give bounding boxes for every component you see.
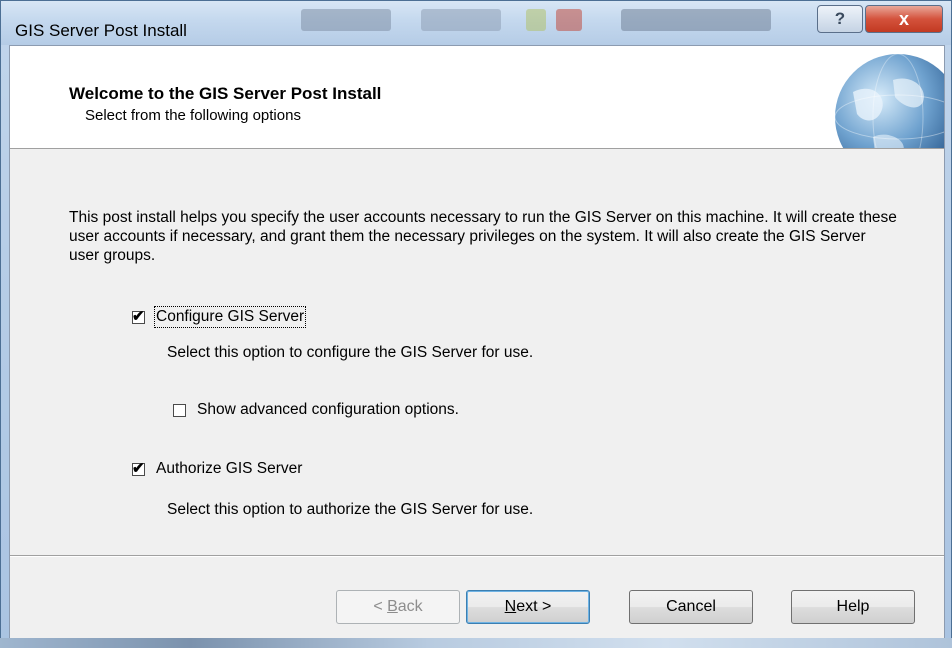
configure-gis-server-option[interactable]: ✔ Configure GIS Server — [132, 306, 307, 328]
back-rest: ack — [397, 598, 423, 615]
dialog-client-area: Welcome to the GIS Server Post Install S… — [9, 45, 945, 639]
check-icon: ✔ — [132, 307, 145, 325]
back-prefix: < — [373, 598, 388, 615]
footer-separator — [10, 555, 944, 557]
header-title: Welcome to the GIS Server Post Install — [69, 84, 382, 103]
cancel-label: Cancel — [666, 598, 716, 615]
close-icon: x — [898, 8, 909, 29]
background-blur — [421, 9, 501, 31]
configure-gis-server-checkbox[interactable]: ✔ — [132, 308, 145, 325]
background-blur — [301, 9, 391, 31]
advanced-options-checkbox[interactable] — [173, 403, 186, 417]
back-button[interactable]: < Back — [336, 590, 460, 624]
configure-description: Select this option to configure the GIS … — [167, 344, 534, 361]
intro-text: This post install helps you specify the … — [69, 209, 897, 264]
header-subtitle: Select from the following options — [85, 107, 301, 124]
background-blur — [526, 9, 546, 31]
background-blur — [621, 9, 771, 31]
next-button[interactable]: Next > — [466, 590, 590, 624]
authorize-gis-server-option[interactable]: ✔ Authorize GIS Server — [132, 460, 302, 478]
cancel-button[interactable]: Cancel — [629, 590, 753, 624]
dialog-window: GIS Server Post Install ? x Welcome to t… — [0, 0, 952, 648]
configure-gis-server-label[interactable]: Configure GIS Server — [153, 306, 307, 328]
authorize-description: Select this option to authorize the GIS … — [167, 501, 534, 518]
help-button[interactable]: Help — [791, 590, 915, 624]
check-icon: ✔ — [132, 459, 145, 477]
question-icon: ? — [834, 9, 846, 28]
help-caption-button[interactable]: ? — [817, 5, 863, 33]
wizard-header: Welcome to the GIS Server Post Install S… — [10, 46, 944, 149]
close-button[interactable]: x — [865, 5, 943, 33]
next-rest: ext > — [516, 598, 552, 615]
background-blur — [556, 9, 582, 31]
next-mnemonic: N — [504, 598, 517, 615]
title-bar[interactable]: GIS Server Post Install ? x — [1, 1, 951, 45]
globe-icon — [834, 53, 944, 148]
window-title: GIS Server Post Install — [15, 21, 187, 40]
advanced-options-label[interactable]: Show advanced configuration options. — [197, 401, 459, 419]
authorize-gis-server-checkbox[interactable]: ✔ — [132, 460, 145, 477]
authorize-gis-server-label[interactable]: Authorize GIS Server — [156, 460, 302, 478]
background-taskbar-blur — [0, 638, 952, 648]
help-label: Help — [836, 598, 870, 615]
advanced-options-option[interactable]: Show advanced configuration options. — [173, 401, 459, 419]
back-mnemonic: B — [387, 598, 398, 615]
